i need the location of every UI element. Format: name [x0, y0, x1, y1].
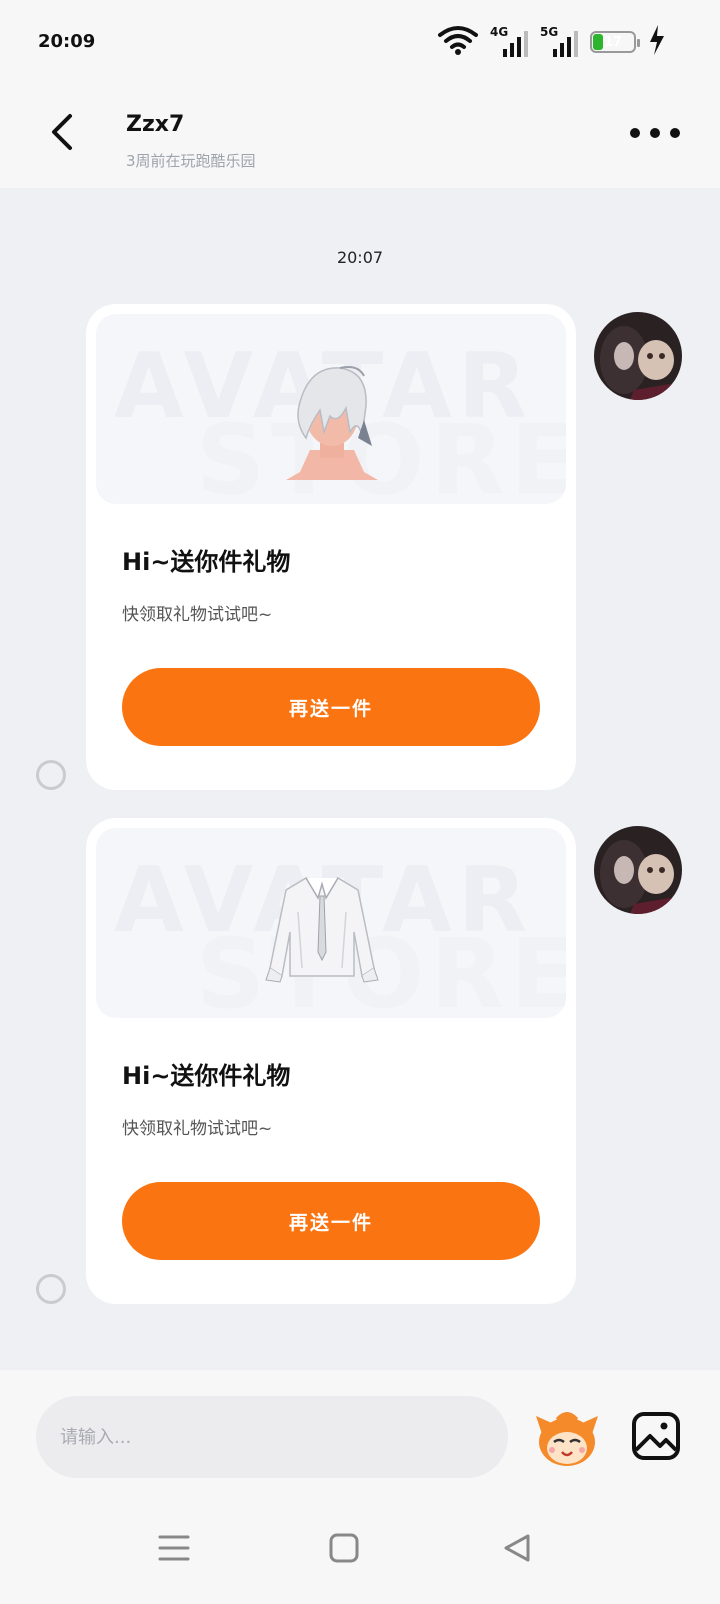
back-button[interactable] [40, 110, 84, 154]
gift-item-image: AVATAR STORE [96, 828, 566, 1018]
mascot-emoji-icon [536, 1412, 598, 1466]
dot [630, 128, 640, 138]
battery-level: 17 [603, 34, 623, 50]
status-icons: 4G 5G 17 [438, 22, 666, 62]
wifi-icon [438, 25, 478, 59]
chat-header: Zzx7 3周前在玩跑酷乐园 [0, 88, 720, 188]
cell-signal-1-icon: 4G [490, 25, 528, 57]
profile-photo-icon [594, 312, 682, 400]
menu-icon [158, 1535, 190, 1561]
status-bar: 20:09 4G 5G 17 [0, 0, 720, 88]
gift-message-card[interactable]: AVATAR STORE Hi~送你件礼物 快领取礼物试试吧~ 再送一件 [86, 818, 576, 1304]
status-time: 20:09 [38, 31, 96, 52]
gift-message-description: 快领取礼物试试吧~ [122, 1119, 273, 1139]
back-nav-button[interactable] [498, 1528, 538, 1568]
sender-avatar[interactable] [594, 826, 682, 914]
profile-photo-icon [594, 826, 682, 914]
gift-message-title: Hi~送你件礼物 [122, 1062, 291, 1090]
recent-apps-button[interactable] [154, 1528, 194, 1568]
white-hair-avatar-icon [286, 366, 378, 480]
image-icon [632, 1412, 680, 1460]
select-message-radio[interactable] [36, 760, 66, 790]
message-input[interactable] [36, 1396, 508, 1478]
home-button[interactable] [324, 1528, 364, 1568]
more-options-button[interactable] [630, 118, 680, 148]
gift-message-description: 快领取礼物试试吧~ [122, 605, 273, 625]
white-shirt-icon [265, 877, 379, 983]
send-another-gift-button[interactable]: 再送一件 [122, 668, 540, 746]
triangle-back-icon [504, 1534, 530, 1562]
chat-partner-name[interactable]: Zzx7 [126, 112, 184, 137]
sender-avatar[interactable] [594, 312, 682, 400]
system-nav-bar [0, 1492, 720, 1604]
message-timestamp: 20:07 [336, 248, 384, 267]
charging-icon [648, 25, 666, 59]
gift-message-title: Hi~送你件礼物 [122, 548, 291, 576]
emoji-button[interactable] [534, 1404, 600, 1470]
select-message-radio[interactable] [36, 1274, 66, 1304]
chat-partner-status: 3周前在玩跑酷乐园 [126, 152, 256, 170]
battery-icon: 17 [590, 31, 640, 53]
back-arrow-icon [52, 114, 72, 150]
gift-item-image: AVATAR STORE [96, 314, 566, 504]
gift-message-card[interactable]: AVATAR STORE Hi~送你件礼物 快领取礼物试试吧~ 再送一件 [86, 304, 576, 790]
dot [650, 128, 660, 138]
send-image-button[interactable] [630, 1410, 682, 1462]
square-icon [329, 1533, 359, 1563]
send-another-gift-button[interactable]: 再送一件 [122, 1182, 540, 1260]
cell-signal-2-icon: 5G [540, 25, 578, 57]
message-composer [0, 1370, 720, 1492]
dot [670, 128, 680, 138]
